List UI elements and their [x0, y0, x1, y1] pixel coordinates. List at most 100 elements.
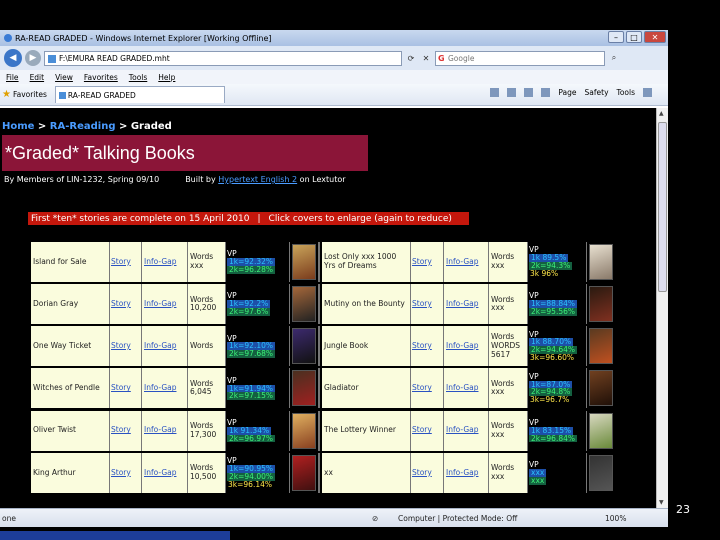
feeds-icon[interactable] [507, 88, 517, 97]
story-link[interactable]: Story [110, 326, 141, 367]
info-gap-link[interactable]: Info-Gap [142, 452, 187, 493]
vocab-profile[interactable]: VP xxx xxx [528, 452, 586, 493]
menu-favorites[interactable]: Favorites [84, 73, 118, 82]
cover-image[interactable] [589, 328, 613, 365]
favorites-star-icon[interactable]: ★ [2, 89, 11, 100]
story-link[interactable]: Story [110, 284, 141, 325]
breadcrumb-ra-reading[interactable]: RA-Reading [50, 121, 116, 132]
book-cover[interactable] [587, 452, 615, 493]
scroll-thumb[interactable] [658, 122, 667, 292]
menu-edit[interactable]: Edit [30, 73, 45, 82]
cover-image[interactable] [589, 454, 613, 491]
menu-file[interactable]: File [6, 73, 19, 82]
book-cover[interactable] [290, 242, 318, 282]
search-input[interactable]: G Google [435, 50, 605, 66]
vocab-profile[interactable]: VP 1k=92.2% 2k=97.6% [226, 284, 289, 325]
info-gap-link[interactable]: Info-Gap [444, 242, 488, 282]
print-icon[interactable] [541, 88, 551, 97]
cover-image[interactable] [589, 286, 613, 323]
cover-image[interactable] [589, 244, 613, 280]
info-gap-link[interactable]: Info-Gap [444, 368, 488, 409]
minimize-button[interactable]: – [608, 31, 624, 43]
tab-ra-read-graded[interactable]: RA-READ GRADED [54, 86, 225, 103]
book-cover[interactable] [290, 326, 318, 367]
info-gap-link[interactable]: Info-Gap [444, 410, 488, 451]
cover-image[interactable] [589, 412, 613, 449]
info-gap-link[interactable]: Info-Gap [142, 284, 187, 325]
back-button[interactable]: ◀ [4, 49, 22, 67]
help-icon[interactable] [643, 88, 652, 97]
book-cover[interactable] [290, 368, 318, 409]
vp-2k: 2k=97.15% [227, 391, 275, 401]
vocab-profile[interactable]: VP 1k 88.70% 2k=94.64% 3k=96.60% [528, 326, 586, 367]
vocab-profile[interactable]: VP 1k=90.95% 2k=94.00% 3k=96.14% [226, 452, 289, 493]
vp-3k: 3k=96.7% [529, 395, 571, 405]
forward-button[interactable]: ▶ [25, 50, 41, 66]
story-link[interactable]: Story [411, 242, 443, 282]
address-bar[interactable]: F:\EMURA READ GRADED.mht [44, 50, 402, 66]
vocab-profile[interactable]: VP 1k=88.84% 2k=95.56% [528, 284, 586, 325]
info-gap-link[interactable]: Info-Gap [444, 326, 488, 367]
story-link[interactable]: Story [110, 368, 141, 409]
breadcrumb: Home > RA-Reading > Graded [2, 121, 172, 132]
refresh-icon[interactable]: ⟳ [405, 51, 417, 65]
cover-image[interactable] [589, 370, 613, 407]
info-gap-link[interactable]: Info-Gap [444, 284, 488, 325]
cover-image[interactable] [292, 286, 316, 323]
cover-image[interactable] [292, 454, 316, 491]
book-cover[interactable] [587, 284, 615, 325]
cover-image[interactable] [292, 244, 316, 280]
story-link[interactable]: Story [110, 452, 141, 493]
breadcrumb-home[interactable]: Home [2, 121, 34, 132]
home-icon[interactable] [490, 88, 500, 97]
vertical-scrollbar[interactable]: ▲ ▼ [656, 108, 668, 508]
story-link[interactable]: Story [411, 368, 443, 409]
hypertext-english-link[interactable]: Hypertext English 2 [218, 175, 297, 184]
story-link[interactable]: Story [110, 242, 141, 282]
page-menu[interactable]: Page [558, 88, 576, 97]
book-cover[interactable] [587, 326, 615, 367]
book-cover[interactable] [587, 410, 615, 451]
stop-icon[interactable]: ✕ [420, 51, 432, 65]
cover-image[interactable] [292, 412, 316, 449]
scroll-down-icon[interactable]: ▼ [659, 499, 664, 506]
book-cover[interactable] [290, 284, 318, 325]
vocab-profile[interactable]: VP 1k 83.15% 2k=96.84% [528, 410, 586, 451]
vocab-profile[interactable]: VP 1k=87.0% 2k=94.8% 3k=96.7% [528, 368, 586, 409]
vocab-profile[interactable]: VP 1k=92.32% 2k=96.28% [226, 242, 289, 282]
story-link[interactable]: Story [110, 410, 141, 451]
menu-view[interactable]: View [55, 73, 73, 82]
book-cover[interactable] [587, 368, 615, 409]
info-gap-link[interactable]: Info-Gap [142, 410, 187, 451]
favorites-label[interactable]: Favorites [13, 90, 47, 99]
book-cover[interactable] [587, 242, 615, 282]
book-cover[interactable] [290, 452, 318, 493]
search-icon[interactable]: ⌕ [608, 51, 620, 65]
book-cover[interactable] [290, 410, 318, 451]
vocab-profile[interactable]: VP 1k=92.10% 2k=97.68% [226, 326, 289, 367]
story-link[interactable]: Story [411, 410, 443, 451]
address-url: F:\EMURA READ GRADED.mht [59, 53, 170, 63]
info-gap-link[interactable]: Info-Gap [142, 368, 187, 409]
story-link[interactable]: Story [411, 452, 443, 493]
menu-tools[interactable]: Tools [129, 73, 147, 82]
scroll-up-icon[interactable]: ▲ [659, 110, 664, 117]
close-button[interactable]: ✕ [644, 31, 666, 43]
zoom-level[interactable]: 100% [605, 514, 626, 523]
vocab-profile[interactable]: VP 1k 91.34% 2k=96.97% [226, 410, 289, 451]
vocab-profile[interactable]: VP 1k=91.94% 2k=97.15% [226, 368, 289, 409]
cover-image[interactable] [292, 370, 316, 407]
story-link[interactable]: Story [411, 326, 443, 367]
info-gap-link[interactable]: Info-Gap [142, 242, 187, 282]
info-gap-link[interactable]: Info-Gap [444, 452, 488, 493]
mail-icon[interactable] [524, 88, 534, 97]
info-gap-link[interactable]: Info-Gap [142, 326, 187, 367]
tools-menu[interactable]: Tools [617, 88, 635, 97]
menu-help[interactable]: Help [158, 73, 175, 82]
safety-menu[interactable]: Safety [585, 88, 609, 97]
story-link[interactable]: Story [411, 284, 443, 325]
maximize-button[interactable]: □ [626, 31, 642, 43]
vocab-profile[interactable]: VP 1k 89.5% 2k=94.3% 3k 96% [528, 242, 586, 282]
cover-image[interactable] [292, 328, 316, 365]
vp-3k: 3k=96.60% [529, 353, 575, 363]
